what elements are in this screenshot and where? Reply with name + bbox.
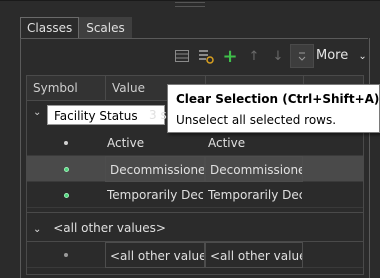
- tooltip-body: Unselect all selected rows.: [176, 113, 337, 127]
- row-label[interactable]: <all other values>: [205, 242, 303, 268]
- tooltip-title: Clear Selection (Ctrl+Shift+A): [176, 92, 380, 106]
- row-value[interactable]: Active: [107, 130, 203, 156]
- header-symbol[interactable]: Symbol: [27, 76, 105, 100]
- row-value[interactable]: <all other value...: [105, 242, 205, 268]
- add-icon[interactable]: +: [218, 44, 242, 68]
- table-icon[interactable]: [170, 44, 194, 68]
- table-row[interactable]: Decommissioned Decommissioned: [27, 156, 363, 182]
- table-row[interactable]: Temporarily Dec... Temporarily Dec...: [27, 182, 363, 208]
- row-label[interactable]: Decommissioned: [205, 156, 303, 182]
- other-values-group[interactable]: ⌄ <all other values>: [33, 218, 166, 238]
- group-divider: [27, 212, 363, 213]
- other-values-group-label: <all other values>: [53, 221, 166, 235]
- classes-toolbar: + ↑ ↓: [170, 44, 314, 68]
- move-down-icon[interactable]: ↓: [266, 44, 290, 68]
- row-value[interactable]: Decommissioned: [105, 156, 205, 182]
- clear-selection-icon[interactable]: [290, 44, 314, 68]
- symbol-swatch[interactable]: [64, 253, 68, 257]
- symbol-swatch[interactable]: [64, 193, 69, 198]
- group-field-name-input[interactable]: Facility Status: [47, 105, 165, 125]
- table-row[interactable]: <all other value... <all other values>: [27, 242, 363, 268]
- clear-selection-tooltip: Clear Selection (Ctrl+Shift+A) Unselect …: [167, 84, 380, 133]
- more-label: More: [316, 48, 349, 63]
- symbol-swatch[interactable]: [64, 167, 69, 172]
- list-settings-icon[interactable]: [194, 44, 218, 68]
- chevron-down-icon: ⌄: [358, 51, 367, 62]
- symbol-swatch[interactable]: [64, 141, 68, 145]
- table-row[interactable]: Active Active: [27, 130, 363, 156]
- row-label[interactable]: Active: [208, 130, 302, 156]
- tab-classes[interactable]: Classes: [20, 17, 80, 39]
- tab-strip: Classes Scales: [20, 17, 132, 39]
- symbology-pane: Classes Scales + ↑ ↓ More ⌄ Symbol Value…: [0, 0, 380, 278]
- pane-resize-grip[interactable]: [175, 2, 205, 7]
- chevron-down-icon[interactable]: ⌄: [33, 224, 41, 235]
- tab-scales[interactable]: Scales: [79, 17, 132, 39]
- row-label[interactable]: Temporarily Dec...: [208, 182, 302, 208]
- row-value[interactable]: Temporarily Dec...: [107, 182, 203, 208]
- more-menu-button[interactable]: More ⌄: [316, 44, 367, 68]
- move-up-icon[interactable]: ↑: [242, 44, 266, 68]
- chevron-down-icon[interactable]: ⌄: [33, 107, 41, 118]
